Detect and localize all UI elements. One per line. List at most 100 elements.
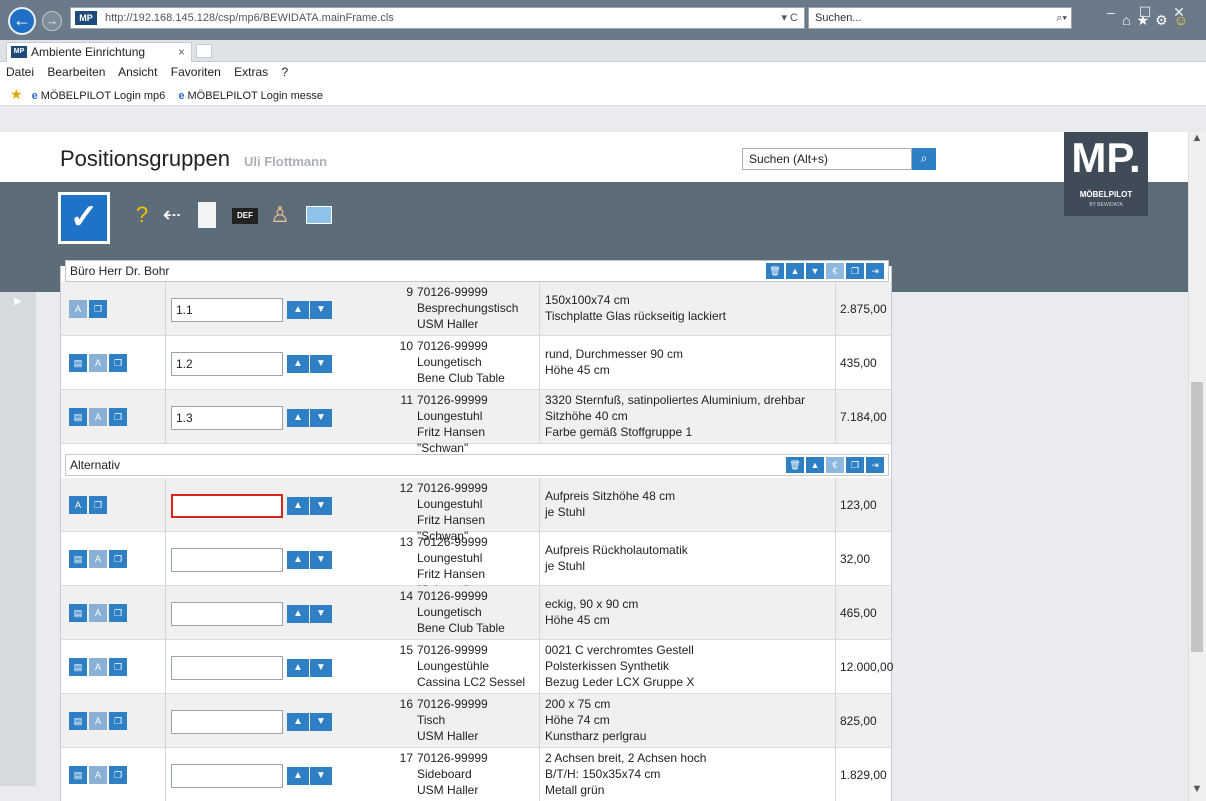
tab-close-icon[interactable]: × <box>178 43 185 61</box>
document-icon[interactable] <box>198 202 216 228</box>
new-tab-icon[interactable] <box>196 44 212 58</box>
menu-help[interactable]: ? <box>282 65 289 79</box>
arrow-down-icon[interactable]: ▼ <box>806 263 824 279</box>
document-icon[interactable]: ▤ <box>69 658 87 676</box>
menu-extras[interactable]: Extras <box>234 65 268 79</box>
copy-icon[interactable]: ❐ <box>109 604 127 622</box>
back-arrow-icon[interactable]: ← <box>8 7 36 35</box>
search-icon[interactable]: ⌕▾ <box>1056 8 1067 28</box>
euro-icon[interactable]: € <box>826 457 844 473</box>
arrow-up-icon[interactable]: ▲ <box>287 355 309 373</box>
position-input[interactable] <box>171 548 283 572</box>
menu-datei[interactable]: Datei <box>6 65 34 79</box>
copy-icon[interactable]: ❐ <box>109 658 127 676</box>
document-icon[interactable]: ▤ <box>69 354 87 372</box>
export-icon[interactable]: ⇥ <box>866 457 884 473</box>
menu-favoriten[interactable]: Favoriten <box>171 65 221 79</box>
arrow-up-icon[interactable]: ▲ <box>287 767 309 785</box>
position-input[interactable] <box>171 602 283 626</box>
refresh-icon[interactable]: ▾ C <box>781 8 798 28</box>
scroll-up-icon[interactable]: ▲ <box>1188 132 1206 150</box>
back-icon[interactable]: ⇠ <box>160 202 184 228</box>
arrow-down-icon[interactable]: ▼ <box>310 551 332 569</box>
arrow-down-icon[interactable]: ▼ <box>310 409 332 427</box>
a-icon[interactable]: A <box>89 550 107 568</box>
document-icon[interactable]: ▤ <box>69 712 87 730</box>
maximize-icon[interactable]: ☐ <box>1128 4 1162 21</box>
position-input[interactable]: 1.2 <box>171 352 283 376</box>
arrow-down-icon[interactable]: ▼ <box>310 497 332 515</box>
document-icon[interactable]: ▤ <box>69 766 87 784</box>
copy-icon[interactable]: ❐ <box>846 457 864 473</box>
copy-icon[interactable]: ❐ <box>89 300 107 318</box>
tab-ambiente[interactable]: MP Ambiente Einrichtung × <box>6 42 192 62</box>
arrow-down-icon[interactable]: ▼ <box>310 301 332 319</box>
position-input[interactable] <box>171 764 283 788</box>
copy-icon[interactable]: ❐ <box>109 550 127 568</box>
scroll-thumb[interactable] <box>1191 382 1203 652</box>
close-icon[interactable]: ✕ <box>1162 4 1196 21</box>
arrow-up-icon[interactable]: ▲ <box>287 605 309 623</box>
a-icon[interactable]: A <box>89 712 107 730</box>
position-input[interactable]: 1.1 <box>171 298 283 322</box>
def-icon[interactable]: DEF <box>232 208 258 224</box>
copy-icon[interactable]: ❐ <box>846 263 864 279</box>
arrow-up-icon[interactable]: ▲ <box>287 713 309 731</box>
document-icon[interactable]: ▤ <box>69 408 87 426</box>
a-icon[interactable]: A <box>89 354 107 372</box>
arrow-up-icon[interactable]: ▲ <box>786 263 804 279</box>
confirm-check-button[interactable]: ✓ <box>58 192 110 244</box>
minimize-icon[interactable]: – <box>1094 4 1128 20</box>
card-icon[interactable] <box>306 206 332 224</box>
euro-icon[interactable]: € <box>826 263 844 279</box>
arrow-down-icon[interactable]: ▼ <box>310 713 332 731</box>
arrow-up-icon[interactable]: ▲ <box>287 497 309 515</box>
position-input[interactable]: 1.3 <box>171 406 283 430</box>
document-icon[interactable]: ▤ <box>69 604 87 622</box>
forward-arrow-icon[interactable]: → <box>42 11 62 31</box>
browser-search-input[interactable]: Suchen... ⌕▾ <box>808 7 1072 29</box>
a-icon[interactable]: A <box>69 300 87 318</box>
arrow-down-icon[interactable]: ▼ <box>310 605 332 623</box>
row-price: 465,00 <box>835 586 891 640</box>
side-panel-toggle-icon[interactable]: ▶ <box>14 296 22 307</box>
position-input[interactable] <box>171 494 283 518</box>
vertical-scrollbar[interactable]: ▲ ▼ <box>1188 132 1206 801</box>
copy-icon[interactable]: ❐ <box>89 496 107 514</box>
copy-icon[interactable]: ❐ <box>109 712 127 730</box>
arrow-up-icon[interactable]: ▲ <box>287 659 309 677</box>
position-input[interactable] <box>171 656 283 680</box>
arrow-down-icon[interactable]: ▼ <box>310 659 332 677</box>
copy-icon[interactable]: ❐ <box>109 766 127 784</box>
trash-icon[interactable]: 🗑 <box>766 263 784 279</box>
arrow-down-icon[interactable]: ▼ <box>310 355 332 373</box>
article-info: 14 70126-99999 Loungetisch Bene Club Tabl… <box>399 588 529 636</box>
menu-bearbeiten[interactable]: Bearbeiten <box>47 65 105 79</box>
help-icon[interactable]: ? <box>132 202 152 228</box>
arrow-up-icon[interactable]: ▲ <box>806 457 824 473</box>
a-icon[interactable]: A <box>89 766 107 784</box>
user-check-icon[interactable]: ♙ <box>268 202 292 228</box>
arrow-up-icon[interactable]: ▲ <box>287 551 309 569</box>
arrow-up-icon[interactable]: ▲ <box>287 409 309 427</box>
app-search-button[interactable]: ⌕ <box>912 148 936 170</box>
menu-ansicht[interactable]: Ansicht <box>118 65 157 79</box>
arrow-down-icon[interactable]: ▼ <box>310 767 332 785</box>
export-icon[interactable]: ⇥ <box>866 263 884 279</box>
favorite-link-mp6[interactable]: MÖBELPILOT Login mp6 <box>41 90 166 102</box>
document-icon[interactable]: ▤ <box>69 550 87 568</box>
a-icon[interactable]: A <box>89 658 107 676</box>
position-input[interactable] <box>171 710 283 734</box>
scroll-down-icon[interactable]: ▼ <box>1188 783 1206 801</box>
copy-icon[interactable]: ❐ <box>109 354 127 372</box>
favorite-link-messe[interactable]: MÖBELPILOT Login messe <box>187 90 323 102</box>
address-bar[interactable]: MP http://192.168.145.128/csp/mp6/BEWIDA… <box>70 7 805 29</box>
copy-icon[interactable]: ❐ <box>109 408 127 426</box>
a-icon[interactable]: A <box>89 408 107 426</box>
app-search-input[interactable]: Suchen (Alt+s) <box>742 148 912 170</box>
arrow-up-icon[interactable]: ▲ <box>287 301 309 319</box>
favorites-star-icon[interactable]: ★ <box>10 86 23 102</box>
trash-icon[interactable]: 🗑 <box>786 457 804 473</box>
a-icon[interactable]: A <box>69 496 87 514</box>
a-icon[interactable]: A <box>89 604 107 622</box>
